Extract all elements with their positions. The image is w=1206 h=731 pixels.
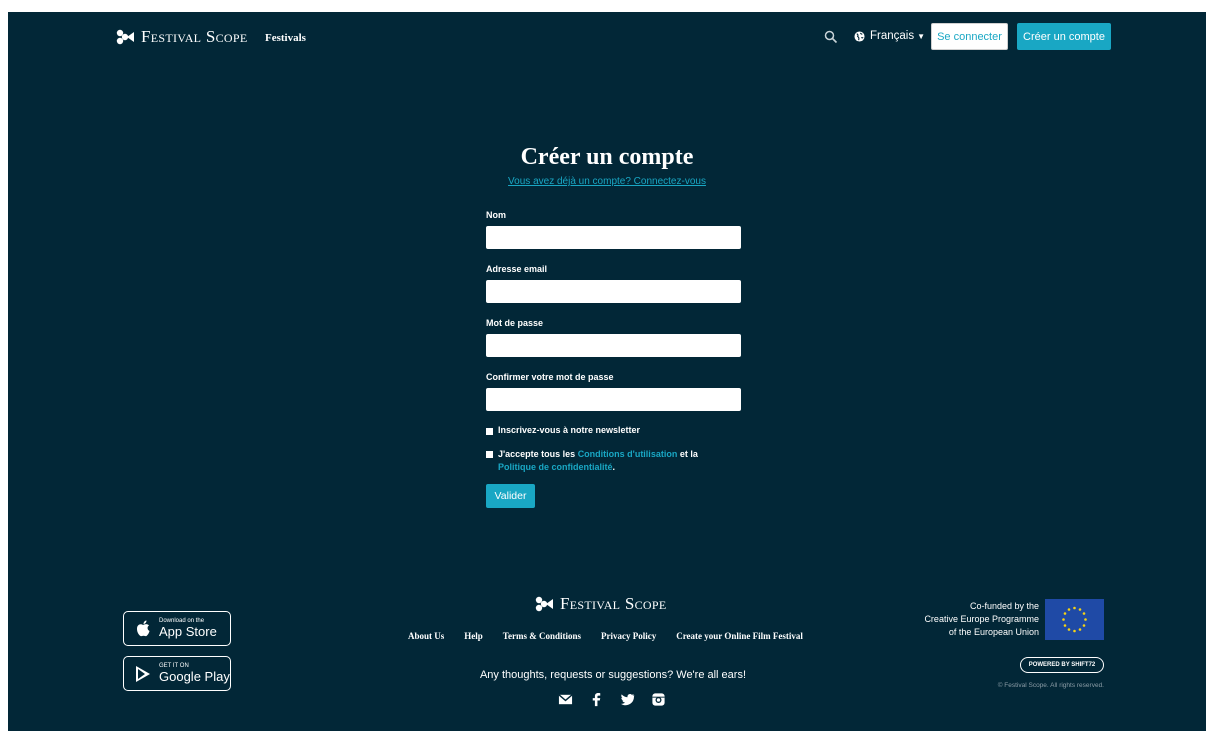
terms-label: J'accepte tous les Conditions d'utilisat… (498, 448, 738, 474)
globe-icon (854, 30, 865, 42)
privacy-link[interactable]: Politique de confidentialité (498, 462, 613, 472)
eu-text-line-3: of the European Union (948, 627, 1039, 637)
name-label: Nom (486, 210, 506, 220)
footer-link-terms[interactable]: Terms & Conditions (503, 631, 581, 641)
terms-checkbox[interactable] (486, 451, 493, 458)
login-button[interactable]: Se connecter (931, 23, 1008, 50)
chevron-down-icon: ▼ (917, 31, 926, 41)
header-brand-name: Festival Scope (141, 27, 248, 46)
footer-link-privacy[interactable]: Privacy Policy (601, 631, 656, 641)
eu-text-line-1: Co-funded by the (969, 601, 1039, 611)
footer-brand-name: Festival Scope (560, 594, 667, 613)
facebook-icon[interactable] (589, 692, 604, 707)
newsletter-label: Inscrivez-vous à notre newsletter (498, 425, 641, 435)
confirm-password-input[interactable] (486, 388, 741, 411)
app-store-badge[interactable]: Download on the App Store (123, 611, 231, 646)
eu-funding-text: Co-funded by the Creative Europe Program… (913, 600, 1039, 639)
instagram-icon[interactable] (651, 692, 666, 707)
footer-logo[interactable]: Festival Scope (534, 594, 666, 614)
social-links (558, 692, 666, 707)
email-input[interactable] (486, 280, 741, 303)
newsletter-checkbox[interactable] (486, 428, 493, 435)
footer-links: About Us Help Terms & Conditions Privacy… (408, 631, 803, 641)
name-input[interactable] (486, 226, 741, 249)
festival-scope-logo-icon (116, 29, 134, 45)
nav-festivals[interactable]: Festivals (265, 32, 306, 44)
confirm-password-label: Confirmer votre mot de passe (486, 372, 614, 382)
terms-suffix: . (612, 462, 616, 472)
password-label: Mot de passe (486, 318, 544, 328)
app-store-big-text: App Store (159, 624, 217, 639)
email-label: Adresse email (486, 264, 548, 274)
terms-middle: et la (677, 449, 698, 459)
language-label: Français (870, 30, 915, 42)
footer-link-about[interactable]: About Us (408, 631, 444, 641)
signup-button[interactable]: Créer un compte (1017, 23, 1111, 50)
powered-by-badge[interactable]: POWERED BY SHIFT72 (1020, 657, 1104, 673)
conditions-link[interactable]: Conditions d'utilisation (578, 449, 678, 459)
header-logo[interactable]: Festival Scope (115, 27, 247, 47)
terms-prefix: J'accepte tous les (498, 449, 578, 459)
envelope-icon[interactable] (558, 692, 573, 707)
search-icon[interactable] (824, 30, 838, 44)
apple-icon (137, 620, 150, 636)
page: Festival Scope Festivals Français ▼ Se c… (8, 12, 1206, 731)
eu-text-line-2: Creative Europe Programme (924, 614, 1039, 624)
password-input[interactable] (486, 334, 741, 357)
submit-button[interactable]: Valider (486, 484, 535, 508)
footer-link-create-festival[interactable]: Create your Online Film Festival (676, 631, 803, 641)
copyright-text: © Festival Scope. All rights reserved. (997, 682, 1104, 689)
footer-link-help[interactable]: Help (464, 631, 483, 641)
language-selector[interactable]: Français ▼ (854, 30, 925, 42)
login-link[interactable]: Vous avez déjà un compte? Connectez-vous (8, 176, 1206, 187)
eu-flag-icon (1045, 599, 1104, 640)
page-title: Créer un compte (520, 144, 694, 170)
twitter-icon[interactable] (620, 692, 635, 707)
festival-scope-logo-icon (535, 596, 553, 612)
